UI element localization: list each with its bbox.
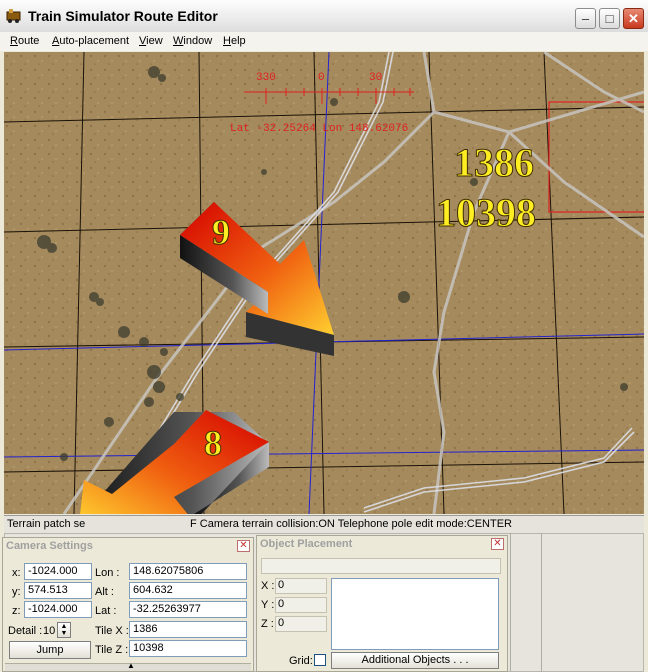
tile-z-label: 10398 xyxy=(436,190,536,235)
window-title: Train Simulator Route Editor xyxy=(28,8,218,24)
tile-x-field-label: Tile X : xyxy=(95,625,129,637)
menu-bar: Route Auto-placement View Window Help xyxy=(0,32,648,51)
additional-objects-button[interactable]: Additional Objects . . . xyxy=(331,652,499,669)
compass-position-readout: Lat -32.25264 Lon 148.62076 xyxy=(230,123,408,135)
tile-x-field[interactable]: 1386 xyxy=(129,621,247,638)
object-z-label: Z : xyxy=(261,618,274,630)
status-bar: Terrain patch se F Camera terrain collis… xyxy=(4,515,644,533)
object-z-field[interactable]: 0 xyxy=(275,616,327,632)
dock-divider xyxy=(510,533,511,672)
camera-lat-field[interactable]: -32.25263977 xyxy=(129,601,247,618)
dock-divider-2 xyxy=(541,533,542,672)
camera-x-label: x: xyxy=(12,567,21,579)
camera-alt-label: Alt : xyxy=(95,586,114,598)
object-name-bar xyxy=(261,558,501,574)
spin-down-icon[interactable]: ▼ xyxy=(61,630,68,637)
compass-tick-330: 330 xyxy=(256,72,276,84)
camera-lat-label: Lat : xyxy=(95,605,117,617)
tile-z-field-label: Tile Z : xyxy=(95,644,129,656)
grid-checkbox[interactable] xyxy=(314,654,326,666)
title-bar[interactable]: Train Simulator Route Editor – □ ✕ xyxy=(0,0,648,33)
arrow-8-number: 8 xyxy=(204,423,222,463)
menu-window[interactable]: Window xyxy=(173,35,212,47)
grid-label: Grid: xyxy=(289,655,313,667)
minimize-button[interactable]: – xyxy=(575,8,596,29)
object-placement-title[interactable]: Object Placement xyxy=(257,536,507,553)
camera-lon-field[interactable]: 148.62075806 xyxy=(129,563,247,580)
compass-tick-30: 30 xyxy=(369,72,382,84)
menu-help[interactable]: Help xyxy=(223,35,246,47)
arrow-9-number: 9 xyxy=(212,212,230,252)
camera-settings-panel: Camera Settings ✕ x: -1024.000 y: 574.51… xyxy=(2,537,254,672)
object-placement-close-button[interactable]: ✕ xyxy=(491,538,504,550)
collapse-arrow-icon[interactable]: ▲ xyxy=(127,661,135,670)
compass-tick-0: 0 xyxy=(318,72,325,84)
object-placement-panel: Object Placement ✕ X : 0 Y : 0 Z : 0 Gri… xyxy=(256,535,508,672)
menu-auto-placement[interactable]: Auto-placement xyxy=(52,35,129,47)
status-text-left: Terrain patch se xyxy=(7,518,86,530)
detail-spinner[interactable]: ▲ ▼ xyxy=(57,622,71,638)
detail-label: Detail : xyxy=(8,625,43,637)
menu-route[interactable]: Route xyxy=(10,35,39,47)
object-x-label: X : xyxy=(261,580,275,592)
object-x-field[interactable]: 0 xyxy=(275,578,327,594)
object-y-field[interactable]: 0 xyxy=(275,597,327,613)
camera-panel-footer: ▲ xyxy=(5,661,251,671)
camera-settings-title[interactable]: Camera Settings xyxy=(3,538,253,555)
detail-value[interactable]: 10 xyxy=(43,625,55,637)
camera-z-label: z: xyxy=(12,605,21,617)
camera-lon-label: Lon : xyxy=(95,567,120,579)
camera-x-field[interactable]: -1024.000 xyxy=(24,563,92,580)
camera-settings-close-button[interactable]: ✕ xyxy=(237,540,250,552)
status-text-right: F Camera terrain collision:ON Telephone … xyxy=(190,518,512,530)
terrain-viewport[interactable]: 330 0 30 Lat -32.25264 Lon 148.62076 138… xyxy=(4,52,644,514)
close-button[interactable]: ✕ xyxy=(623,8,644,29)
tile-x-label: 1386 xyxy=(454,140,534,185)
route-editor-window: Train Simulator Route Editor – □ ✕ Route… xyxy=(0,0,648,672)
spin-up-icon[interactable]: ▲ xyxy=(61,623,68,630)
maximize-button[interactable]: □ xyxy=(599,8,620,29)
camera-z-field[interactable]: -1024.000 xyxy=(24,601,92,618)
object-y-label: Y : xyxy=(261,599,275,611)
camera-y-field[interactable]: 574.513 xyxy=(24,582,92,599)
menu-view[interactable]: View xyxy=(139,35,163,47)
camera-alt-field[interactable]: 604.632 xyxy=(129,582,247,599)
object-list-box[interactable] xyxy=(331,578,499,650)
camera-y-label: y: xyxy=(12,586,21,598)
tile-z-field[interactable]: 10398 xyxy=(129,640,247,657)
jump-button[interactable]: Jump xyxy=(9,641,91,659)
train-app-icon xyxy=(6,9,21,23)
terrain-view[interactable]: 330 0 30 Lat -32.25264 Lon 148.62076 138… xyxy=(4,52,644,514)
